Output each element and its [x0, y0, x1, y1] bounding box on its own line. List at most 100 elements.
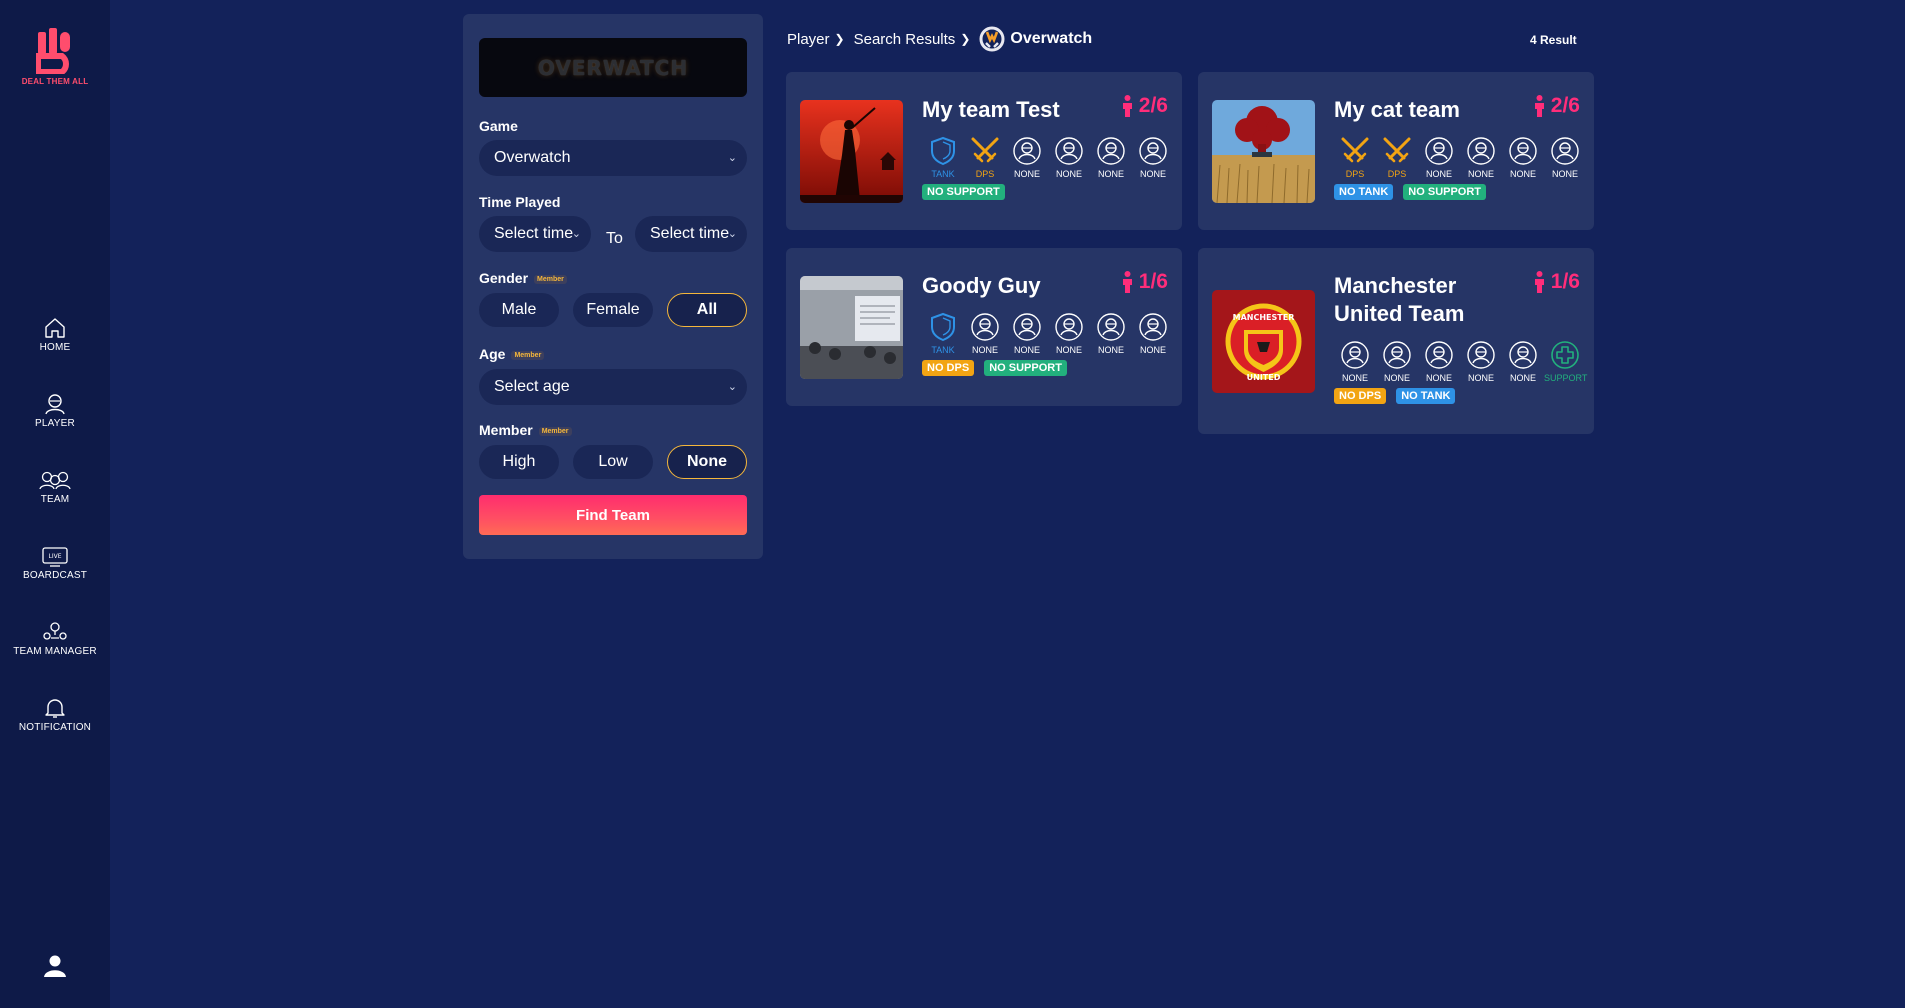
empty-slot-icon: [1460, 136, 1502, 166]
member-low-button[interactable]: Low: [573, 445, 653, 479]
gender-label-text: Gender: [479, 270, 529, 286]
role-slot-dps[interactable]: DPS: [964, 136, 1006, 179]
member-count: 2/6: [1534, 94, 1580, 118]
role-slot-none[interactable]: NONE: [1334, 340, 1376, 383]
chevron-down-icon: ⌄: [727, 152, 737, 164]
role-slot-label: NONE: [1551, 169, 1578, 179]
nav-team-label: TEAM: [40, 494, 70, 505]
empty-slot-icon: [1418, 340, 1460, 370]
profile-button[interactable]: [42, 953, 68, 984]
team-name-line1: Manchester: [1334, 273, 1457, 298]
role-slot-label: DPS: [975, 169, 995, 179]
nav-boardcast[interactable]: LIVE BOARDCAST: [0, 545, 110, 581]
team-name[interactable]: Manchester United Team: [1334, 272, 1464, 328]
role-slot-none[interactable]: NONE: [1418, 136, 1460, 179]
role-slot-label: NONE: [1425, 373, 1452, 383]
role-slot-label: NONE: [1097, 169, 1124, 179]
empty-slot-icon: [1048, 136, 1090, 166]
game-select[interactable]: Overwatch ⌄: [479, 140, 747, 176]
role-slot-tank[interactable]: TANK: [922, 312, 964, 355]
bell-icon: [45, 699, 65, 718]
role-slot-none[interactable]: NONE: [1460, 136, 1502, 179]
breadcrumb-search-results[interactable]: Search Results: [854, 31, 956, 48]
team-card[interactable]: My cat team 2/6 DPS DPS NONE NONE NONE NONE NO T…: [1198, 72, 1594, 230]
nav-team[interactable]: TEAM: [0, 469, 110, 505]
empty-slot-icon: [1502, 136, 1544, 166]
home-icon: [45, 318, 65, 338]
role-slot-none[interactable]: NONE: [1544, 136, 1586, 179]
game-banner: OVERWATCH: [479, 38, 747, 97]
member-count: 1/6: [1534, 270, 1580, 294]
gender-all-button[interactable]: All: [667, 293, 747, 327]
team-card[interactable]: My team Test 2/6 TANK DPS NONE NONE NONE NONE NO…: [786, 72, 1182, 230]
role-slot-none[interactable]: NONE: [1502, 340, 1544, 383]
role-slot-label: NONE: [1139, 345, 1166, 355]
nav-home[interactable]: HOME: [0, 317, 110, 353]
gender-male-button[interactable]: Male: [479, 293, 559, 327]
gender-female-button[interactable]: Female: [573, 293, 653, 327]
member-badge: Member: [538, 426, 572, 436]
missing-roles: NO TANK NO SUPPORT: [1334, 184, 1496, 200]
time-to-select[interactable]: Select time ⌄: [635, 216, 747, 252]
role-slot-none[interactable]: NONE: [1418, 340, 1460, 383]
role-slot-label: NONE: [1509, 169, 1536, 179]
role-slot-none[interactable]: NONE: [1006, 312, 1048, 355]
brand-logo[interactable]: DEAL THEM ALL: [0, 28, 110, 86]
member-count-value: 2/6: [1550, 94, 1580, 117]
team-name[interactable]: My team Test: [922, 96, 1060, 124]
role-slot-none[interactable]: NONE: [1376, 340, 1418, 383]
shield-icon: [922, 312, 964, 342]
plus-circle-icon: [1544, 340, 1586, 370]
role-slot-none[interactable]: NONE: [964, 312, 1006, 355]
role-slot-dps[interactable]: DPS: [1376, 136, 1418, 179]
role-slot-label: NONE: [1383, 373, 1410, 383]
member-high-button[interactable]: High: [479, 445, 559, 479]
missing-role-tag: NO SUPPORT: [984, 360, 1067, 376]
role-slot-none[interactable]: NONE: [1460, 340, 1502, 383]
team-image: [800, 276, 903, 379]
role-slot-none[interactable]: NONE: [1132, 136, 1174, 179]
age-select[interactable]: Select age ⌄: [479, 369, 747, 405]
member-count: 1/6: [1122, 270, 1168, 294]
role-slot-label: NONE: [1139, 169, 1166, 179]
member-none-button[interactable]: None: [667, 445, 747, 479]
role-slot-none[interactable]: NONE: [1090, 312, 1132, 355]
team-name[interactable]: My cat team: [1334, 96, 1460, 124]
empty-slot-icon: [1460, 340, 1502, 370]
breadcrumb-player[interactable]: Player: [787, 31, 830, 48]
role-slot-none[interactable]: NONE: [1132, 312, 1174, 355]
role-slot-label: SUPPORT: [1544, 373, 1588, 383]
role-slot-none[interactable]: NONE: [1048, 136, 1090, 179]
person-icon: [1122, 271, 1132, 293]
find-team-button[interactable]: Find Team: [479, 495, 747, 535]
role-slot-tank[interactable]: TANK: [922, 136, 964, 179]
time-to-word: To: [606, 230, 623, 247]
missing-role-tag: NO DPS: [922, 360, 975, 376]
empty-slot-icon: [1502, 340, 1544, 370]
time-from-select[interactable]: Select time ⌄: [479, 216, 591, 252]
nav-team-manager[interactable]: TEAM MANAGER: [0, 621, 110, 657]
breadcrumb: Player ❯ Search Results ❯ Overwatch: [787, 26, 1092, 52]
missing-roles: NO SUPPORT: [922, 184, 1015, 200]
role-slot-dps[interactable]: DPS: [1334, 136, 1376, 179]
nav-player[interactable]: PLAYER: [0, 393, 110, 429]
member-count-value: 2/6: [1138, 94, 1168, 117]
team-image: [800, 100, 903, 203]
role-slot-none[interactable]: NONE: [1502, 136, 1544, 179]
nav-notification[interactable]: NOTIFICATION: [0, 697, 110, 733]
member-label-text: Member: [479, 422, 533, 438]
team-card[interactable]: Goody Guy 1/6 TANK NONE NONE NONE NONE NONE NO D…: [786, 248, 1182, 406]
role-slot-none[interactable]: NONE: [1090, 136, 1132, 179]
team-name[interactable]: Goody Guy: [922, 272, 1041, 300]
empty-slot-icon: [1090, 136, 1132, 166]
role-slot-support[interactable]: SUPPORT: [1544, 340, 1588, 383]
brand-name: DEAL THEM ALL: [21, 77, 89, 86]
empty-slot-icon: [1006, 312, 1048, 342]
role-slot-label: DPS: [1387, 169, 1407, 179]
chevron-down-icon: ⌄: [571, 228, 581, 240]
role-slot-none[interactable]: NONE: [1048, 312, 1090, 355]
team-card[interactable]: MANCHESTER UNITED Manchester United Team 1/6…: [1198, 248, 1594, 434]
logo-icon: [36, 28, 70, 74]
role-slot-none[interactable]: NONE: [1006, 136, 1048, 179]
svg-text:UNITED: UNITED: [1247, 373, 1281, 382]
